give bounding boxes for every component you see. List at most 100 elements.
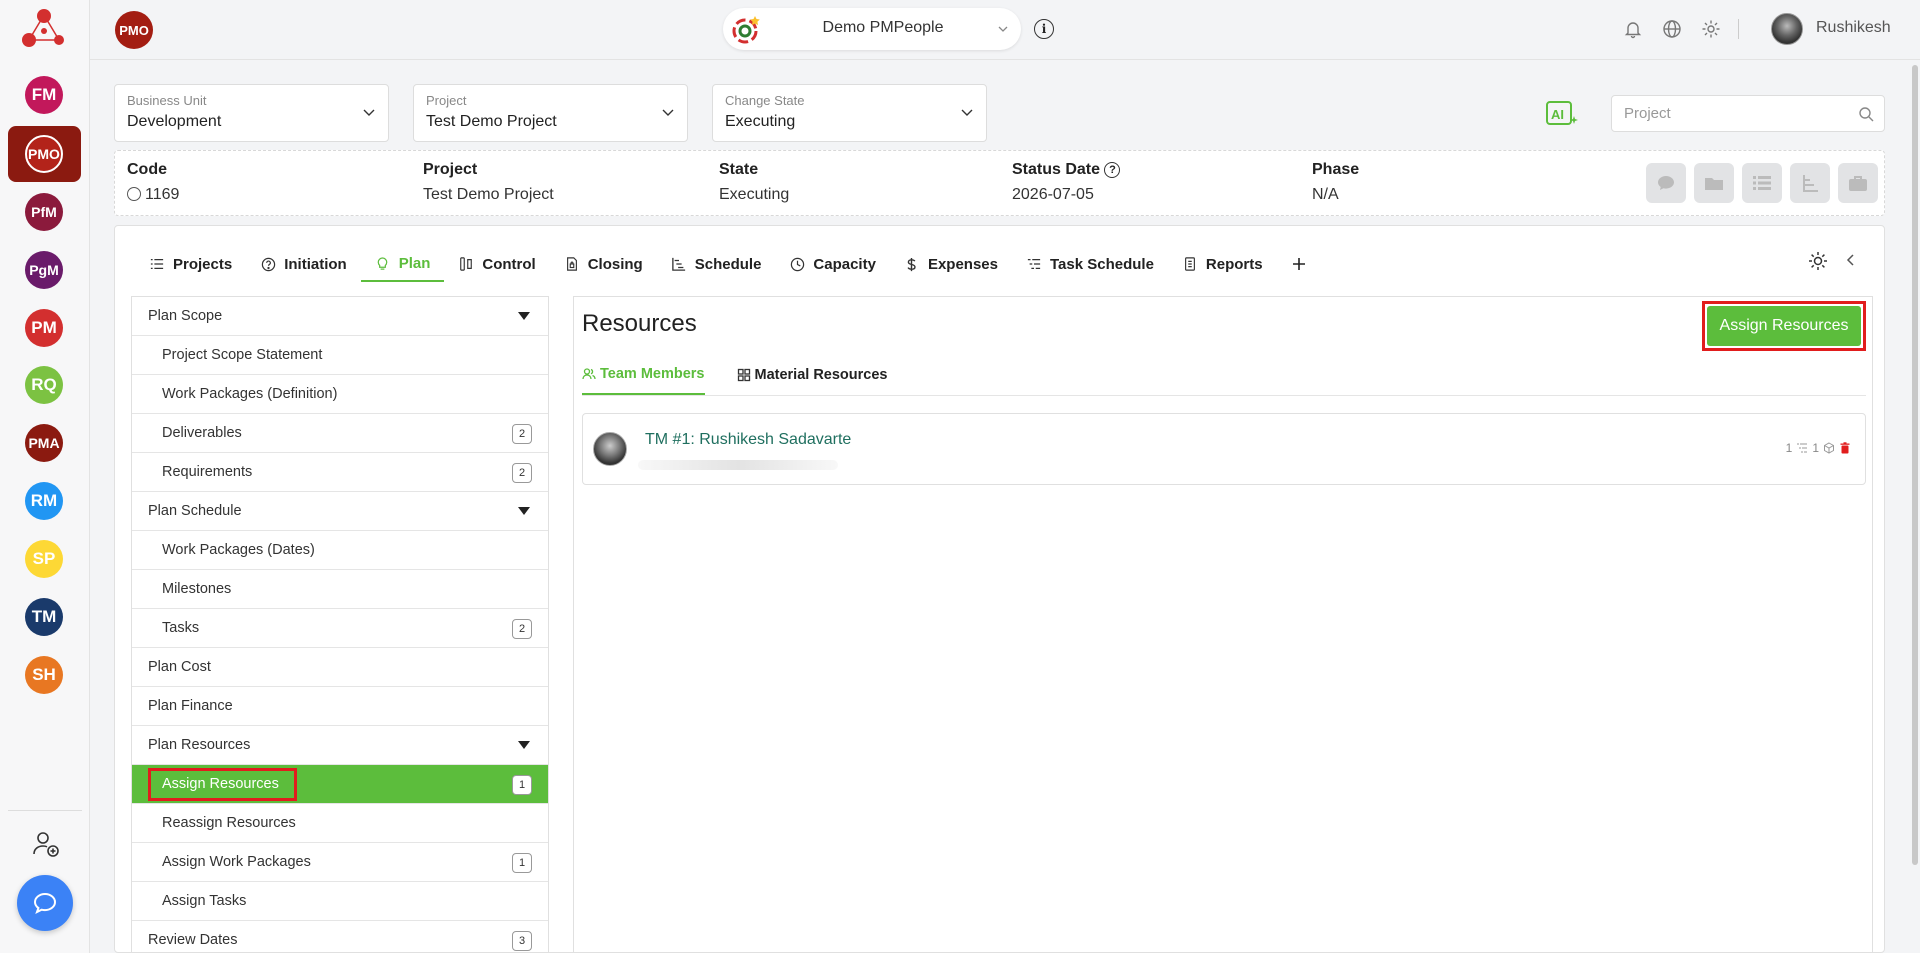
team-member-name[interactable]: TM #1: Rushikesh Sadavarte	[645, 431, 851, 449]
hierarchy-button[interactable]	[1790, 163, 1830, 203]
tree-item-plan-scope[interactable]: Plan Scope	[132, 297, 548, 336]
search-icon[interactable]	[1858, 106, 1874, 122]
rail-item-pmo[interactable]: PMO	[8, 126, 81, 182]
subtab-material-resources[interactable]: Material Resources	[737, 355, 887, 395]
rail-item-tm[interactable]: TM	[25, 598, 63, 636]
project-switcher[interactable]: Demo PMPeople	[723, 8, 1021, 50]
hierarchy-icon	[1803, 175, 1818, 192]
business-unit-select[interactable]: Business Unit Development	[114, 84, 389, 142]
tree-item-deliverables[interactable]: Deliverables 2	[132, 414, 548, 453]
module-badge[interactable]: PMO	[115, 11, 153, 49]
project-search-input[interactable]	[1612, 96, 1842, 131]
tree-item-reassign-resources[interactable]: Reassign Resources	[132, 804, 548, 843]
rail-item-sp[interactable]: SP	[25, 540, 63, 578]
lock-file-icon	[564, 256, 580, 272]
user-avatar[interactable]	[1771, 13, 1803, 45]
tab-closing[interactable]: Closing	[550, 246, 657, 282]
rail-item-rm[interactable]: RM	[25, 482, 63, 520]
change-state-value: Executing	[725, 113, 796, 130]
tab-schedule[interactable]: Schedule	[657, 246, 776, 282]
list-button[interactable]	[1742, 163, 1782, 203]
rail-item-pm[interactable]: PM	[25, 309, 63, 347]
tab-settings-gear-icon[interactable]	[1807, 250, 1829, 272]
tree-item-tasks[interactable]: Tasks 2	[132, 609, 548, 648]
rail-item-pma[interactable]: PMA	[25, 424, 63, 462]
add-tab-button[interactable]	[1277, 246, 1321, 282]
tree-item-plan-cost[interactable]: Plan Cost	[132, 648, 548, 687]
page-scrollbar[interactable]	[1912, 65, 1918, 865]
chevron-left-icon[interactable]	[1843, 252, 1859, 268]
project-select-label: Project	[426, 93, 467, 108]
tab-expenses[interactable]: Expenses	[890, 246, 1012, 282]
tab-capacity[interactable]: Capacity	[775, 246, 890, 282]
code-radio[interactable]	[127, 187, 141, 201]
resources-title: Resources	[582, 310, 697, 337]
tab-projects[interactable]: Projects	[135, 246, 246, 282]
rail-item-sh[interactable]: SH	[25, 656, 63, 694]
subtab-team-members[interactable]: Team Members	[582, 355, 705, 395]
info-icon[interactable]: i	[1034, 19, 1054, 39]
tab-initiation[interactable]: Initiation	[246, 246, 361, 282]
cube-icon[interactable]	[1823, 442, 1835, 454]
tab-task-schedule[interactable]: Task Schedule	[1012, 246, 1168, 282]
team-member-card[interactable]: TM #1: Rushikesh Sadavarte 1 1	[582, 413, 1866, 485]
rail-item-fm[interactable]: FM	[25, 76, 63, 114]
delete-trash-icon[interactable]	[1839, 442, 1851, 454]
caret-down-icon[interactable]	[518, 741, 530, 749]
count-badge: 1	[512, 853, 532, 873]
tree-item-plan-schedule[interactable]: Plan Schedule	[132, 492, 548, 531]
main-card: Projects Initiation Plan Control Closing Sche…	[114, 225, 1885, 953]
chat-button[interactable]	[17, 875, 73, 931]
tree-item-milestones[interactable]: Milestones	[132, 570, 548, 609]
phase-field: Phase N/A	[1312, 161, 1359, 204]
comments-button[interactable]	[1646, 163, 1686, 203]
team-member-count-a: 1	[1785, 441, 1793, 455]
tree-item-project-scope-statement[interactable]: Project Scope Statement	[132, 336, 548, 375]
globe-icon[interactable]	[1662, 19, 1682, 39]
tree-item-requirements[interactable]: Requirements 2	[132, 453, 548, 492]
tab-label: Initiation	[284, 255, 347, 273]
tab-reports[interactable]: Reports	[1168, 246, 1277, 282]
tab-control[interactable]: Control	[444, 246, 549, 282]
tree-item-work-packages-dates[interactable]: Work Packages (Dates)	[132, 531, 548, 570]
tree-item-label: Plan Schedule	[148, 503, 242, 519]
tree-item-assign-work-packages[interactable]: Assign Work Packages 1	[132, 843, 548, 882]
tree-item-review-dates[interactable]: Review Dates 3	[132, 921, 548, 953]
code-field: Code 1169	[127, 161, 179, 204]
assign-resources-button[interactable]: Assign Resources	[1707, 306, 1861, 346]
caret-down-icon[interactable]	[518, 507, 530, 515]
status-date-value: 2026-07-05	[1012, 186, 1094, 203]
project-select[interactable]: Project Test Demo Project	[413, 84, 688, 142]
code-value: 1169	[145, 186, 180, 203]
briefcase-button[interactable]	[1838, 163, 1878, 203]
rail-item-pgm[interactable]: PgM	[25, 251, 63, 289]
caret-down-icon[interactable]	[518, 312, 530, 320]
bell-icon[interactable]	[1623, 19, 1643, 39]
business-unit-label: Business Unit	[127, 93, 207, 108]
resource-subtabs: Team Members Material Resources	[582, 355, 919, 395]
tab-label: Control	[482, 255, 536, 273]
tree-item-label: Plan Cost	[148, 659, 211, 675]
change-state-select[interactable]: Change State Executing	[712, 84, 987, 142]
tree-item-plan-resources[interactable]: Plan Resources	[132, 726, 548, 765]
tree-item-work-packages-definition[interactable]: Work Packages (Definition)	[132, 375, 548, 414]
ai-assistant-icon[interactable]: AI	[1545, 98, 1579, 130]
settings-gear-icon[interactable]	[1701, 19, 1721, 39]
rail-item-pfm[interactable]: PfM	[25, 193, 63, 231]
chat-bubble-icon	[33, 892, 57, 914]
folder-button[interactable]	[1694, 163, 1734, 203]
tree-item-assign-resources[interactable]: Assign Resources 1	[132, 765, 548, 804]
app-logo-icon[interactable]	[19, 5, 69, 51]
count-badge: 3	[512, 931, 532, 951]
tree-item-plan-finance[interactable]: Plan Finance	[132, 687, 548, 726]
add-user-icon[interactable]	[32, 830, 60, 858]
rail-item-rq[interactable]: RQ	[25, 366, 63, 404]
tree-item-assign-tasks[interactable]: Assign Tasks	[132, 882, 548, 921]
team-member-subtitle-blurred	[638, 460, 838, 470]
help-icon[interactable]: ?	[1104, 162, 1121, 178]
project-info-strip: Code 1169 Project Test Demo Project Stat…	[114, 150, 1885, 216]
app-rail: FM PfM PgM PM RQ PMA RM SP TM SH PMO	[0, 0, 90, 953]
user-name[interactable]: Rushikesh	[1816, 19, 1891, 37]
tree-item-label: Tasks	[162, 620, 200, 636]
tab-plan[interactable]: Plan	[360, 246, 445, 282]
